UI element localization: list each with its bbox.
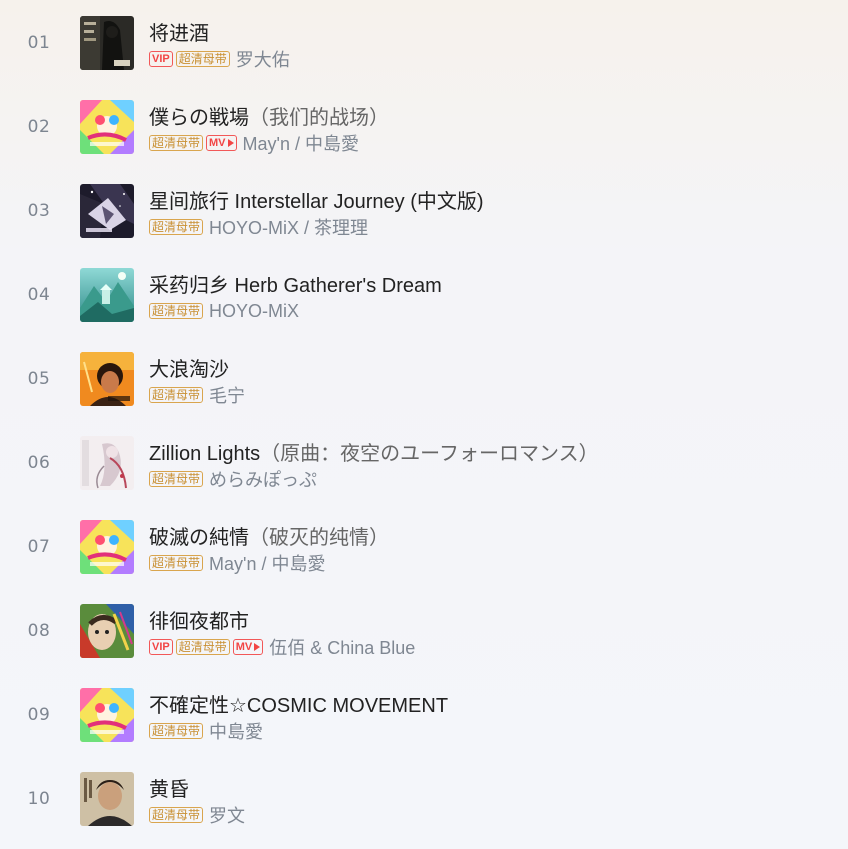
track-title-subtitle: （我们的战场） bbox=[249, 107, 389, 129]
track-rank: 03 bbox=[27, 201, 51, 221]
track-rank: 01 bbox=[27, 33, 51, 53]
track-artist[interactable]: 中島愛 bbox=[209, 718, 263, 744]
track-title-main: 大浪淘沙 bbox=[149, 359, 229, 381]
hq-master-badge: 超清母带 bbox=[149, 723, 204, 739]
album-cover-colorful-anime[interactable] bbox=[80, 688, 134, 742]
mv-label: MV bbox=[235, 641, 253, 653]
track-artist[interactable]: HOYO-MiX bbox=[209, 301, 299, 322]
track-rank: 06 bbox=[27, 453, 51, 473]
track-title-main: 徘徊夜都市 bbox=[149, 611, 249, 633]
album-cover-starry-night[interactable] bbox=[80, 184, 134, 238]
album-cover-orange-portrait[interactable] bbox=[80, 352, 134, 406]
track-meta: 超清母带 罗文 bbox=[149, 803, 245, 827]
track-list: 01 将进酒 VIP 超清母带 罗大佑 02 僕らの戦場（我们的战场） 超清母带… bbox=[0, 0, 848, 849]
track-row-05[interactable]: 05 大浪淘沙 超清母带 毛宁 bbox=[0, 336, 848, 420]
play-icon bbox=[227, 139, 234, 147]
track-artist[interactable]: 罗大佑 bbox=[236, 46, 290, 72]
hq-master-badge: 超清母带 bbox=[149, 471, 204, 487]
track-title-main: 僕らの戦場 bbox=[149, 107, 249, 129]
album-cover-mountain-landscape[interactable] bbox=[80, 268, 134, 322]
vip-badge: VIP bbox=[149, 639, 173, 655]
hq-master-badge: 超清母带 bbox=[149, 807, 204, 823]
track-meta: 超清母带 毛宁 bbox=[149, 383, 245, 407]
track-meta: 超清母带 中島愛 bbox=[149, 719, 263, 743]
track-artist[interactable]: HOYO-MiX / 茶理理 bbox=[209, 214, 368, 240]
track-row-09[interactable]: 09 不確定性☆COSMIC MOVEMENT 超清母带 中島愛 bbox=[0, 672, 848, 756]
track-title[interactable]: 大浪淘沙 bbox=[149, 353, 229, 382]
track-row-01[interactable]: 01 将进酒 VIP 超清母带 罗大佑 bbox=[0, 0, 848, 84]
track-title-subtitle: （原曲：夜空のユーフォーロマンス） bbox=[260, 443, 599, 465]
hq-master-badge: 超清母带 bbox=[149, 555, 204, 571]
track-row-03[interactable]: 03 星间旅行 Interstellar Journey (中文版) 超清母带 … bbox=[0, 168, 848, 252]
track-title-subtitle: （破灭的纯情） bbox=[249, 527, 389, 549]
track-rank: 04 bbox=[27, 285, 51, 305]
hq-master-badge: 超清母带 bbox=[175, 639, 230, 655]
track-title[interactable]: Zillion Lights（原曲：夜空のユーフォーロマンス） bbox=[149, 437, 599, 466]
track-meta: 超清母带 HOYO-MiX bbox=[149, 299, 299, 323]
track-row-07[interactable]: 07 破滅の純情（破灭的纯情） 超清母带 May'n / 中島愛 bbox=[0, 504, 848, 588]
album-cover-dark-calligraphy[interactable] bbox=[80, 16, 134, 70]
track-artist[interactable]: May'n / 中島愛 bbox=[243, 130, 359, 156]
track-title[interactable]: 不確定性☆COSMIC MOVEMENT bbox=[149, 689, 448, 718]
track-title-main: 采药归乡 Herb Gatherer's Dream bbox=[149, 275, 442, 297]
hq-master-badge: 超清母带 bbox=[149, 135, 204, 151]
track-title[interactable]: 破滅の純情（破灭的纯情） bbox=[149, 521, 389, 550]
track-rank: 05 bbox=[27, 369, 51, 389]
track-title[interactable]: 星间旅行 Interstellar Journey (中文版) bbox=[149, 185, 484, 214]
track-rank: 10 bbox=[27, 789, 51, 809]
album-cover-colorful-anime[interactable] bbox=[80, 100, 134, 154]
track-row-08[interactable]: 08 徘徊夜都市 VIP 超清母带 MV 伍佰 & China Blue bbox=[0, 588, 848, 672]
track-artist[interactable]: 伍佰 & China Blue bbox=[269, 634, 415, 660]
album-cover-painted-face[interactable] bbox=[80, 604, 134, 658]
track-title[interactable]: 黄昏 bbox=[149, 773, 189, 802]
vip-badge: VIP bbox=[149, 51, 173, 67]
track-meta: 超清母带 めらみぽっぷ bbox=[149, 467, 317, 491]
track-title-main: 星间旅行 Interstellar Journey (中文版) bbox=[149, 191, 484, 213]
hq-master-badge: 超清母带 bbox=[149, 387, 204, 403]
track-artist[interactable]: 毛宁 bbox=[209, 382, 245, 408]
mv-label: MV bbox=[209, 137, 226, 149]
track-row-06[interactable]: 06 Zillion Lights（原曲：夜空のユーフォーロマンス） 超清母带 … bbox=[0, 420, 848, 504]
mv-badge[interactable]: MV bbox=[206, 135, 237, 151]
track-meta: 超清母带 May'n / 中島愛 bbox=[149, 551, 325, 575]
track-title[interactable]: 徘徊夜都市 bbox=[149, 605, 249, 634]
track-title[interactable]: 将进酒 bbox=[149, 17, 209, 46]
track-title-main: 黄昏 bbox=[149, 779, 189, 801]
track-meta: 超清母带 MV May'n / 中島愛 bbox=[149, 131, 359, 155]
track-title[interactable]: 僕らの戦場（我们的战场） bbox=[149, 101, 389, 130]
track-row-02[interactable]: 02 僕らの戦場（我们的战场） 超清母带 MV May'n / 中島愛 bbox=[0, 84, 848, 168]
track-meta: VIP 超清母带 罗大佑 bbox=[149, 47, 290, 71]
track-title-main: 将进酒 bbox=[149, 23, 209, 45]
album-cover-vintage-portrait[interactable] bbox=[80, 772, 134, 826]
hq-master-badge: 超清母带 bbox=[149, 219, 204, 235]
track-rank: 07 bbox=[27, 537, 51, 557]
track-artist[interactable]: めらみぽっぷ bbox=[209, 466, 317, 492]
track-meta: VIP 超清母带 MV 伍佰 & China Blue bbox=[149, 635, 415, 659]
mv-badge[interactable]: MV bbox=[232, 639, 264, 655]
track-title[interactable]: 采药归乡 Herb Gatherer's Dream bbox=[149, 269, 442, 298]
track-title-main: Zillion Lights bbox=[149, 443, 261, 465]
play-icon bbox=[254, 643, 261, 651]
track-artist[interactable]: May'n / 中島愛 bbox=[209, 550, 325, 576]
hq-master-badge: 超清母带 bbox=[149, 303, 204, 319]
track-row-10[interactable]: 10 黄昏 超清母带 罗文 bbox=[0, 756, 848, 840]
album-cover-colorful-anime[interactable] bbox=[80, 520, 134, 574]
track-rank: 09 bbox=[27, 705, 51, 725]
album-cover-white-illustration[interactable] bbox=[80, 436, 134, 490]
track-title-main: 不確定性☆COSMIC MOVEMENT bbox=[149, 695, 449, 717]
hq-master-badge: 超清母带 bbox=[175, 51, 230, 67]
track-title-main: 破滅の純情 bbox=[149, 527, 249, 549]
track-row-04[interactable]: 04 采药归乡 Herb Gatherer's Dream 超清母带 HOYO-… bbox=[0, 252, 848, 336]
track-rank: 02 bbox=[27, 117, 51, 137]
track-artist[interactable]: 罗文 bbox=[209, 802, 245, 828]
track-meta: 超清母带 HOYO-MiX / 茶理理 bbox=[149, 215, 368, 239]
track-rank: 08 bbox=[27, 621, 51, 641]
